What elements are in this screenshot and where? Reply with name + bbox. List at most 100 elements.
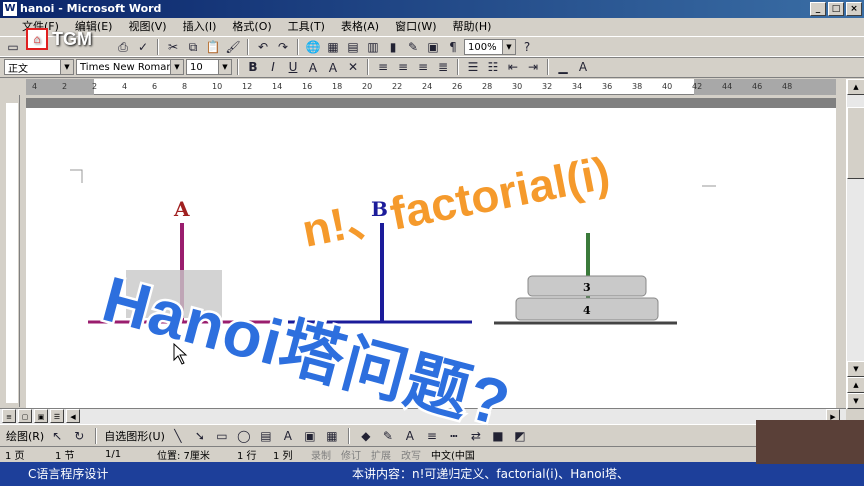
menu-window[interactable]: 窗口(W) [387, 18, 444, 36]
cut-icon[interactable]: ✂ [164, 38, 182, 56]
scroll-up-icon[interactable]: ▲ [847, 79, 864, 95]
ruler-tick-label: 38 [632, 82, 643, 91]
zoom-select[interactable]: 100% ▼ [464, 39, 516, 55]
underline-button[interactable]: U [284, 58, 302, 76]
line-icon[interactable]: ╲ [169, 427, 187, 445]
draw-menu-button[interactable]: 绘图(R) [6, 428, 44, 444]
ruler-tick-label: 40 [662, 82, 673, 91]
oval-icon[interactable]: ◯ [235, 427, 253, 445]
font-color-draw-icon[interactable]: A [401, 427, 419, 445]
font-size-select[interactable]: 10 ▼ [186, 59, 232, 75]
align-right-icon[interactable]: ≡ [414, 58, 432, 76]
copy-icon[interactable]: ⧉ [184, 38, 202, 56]
select-objects-icon[interactable]: ↖ [48, 427, 66, 445]
maximize-button[interactable]: □ [828, 2, 844, 16]
line-color-icon[interactable]: ✎ [379, 427, 397, 445]
new-document-icon[interactable]: ▭ [4, 38, 22, 56]
columns-icon[interactable]: ▮ [384, 38, 402, 56]
scroll-down-icon[interactable]: ▼ [847, 361, 864, 377]
scroll-left-icon[interactable]: ◀ [66, 409, 80, 423]
prev-page-icon[interactable]: ▲ [847, 377, 864, 393]
disk-3-label: 3 [583, 281, 591, 294]
status-track[interactable]: 修订 [336, 447, 366, 462]
rectangle-icon[interactable]: ▭ [213, 427, 231, 445]
logo-mark-icon: ⌂ [26, 28, 48, 50]
ruler-tick-label: 36 [602, 82, 613, 91]
normal-view-icon[interactable]: ≡ [2, 409, 16, 423]
char-border-icon[interactable]: Ａ [304, 58, 322, 76]
char-scale-icon[interactable]: ✕ [344, 58, 362, 76]
3d-icon[interactable]: ◩ [511, 427, 529, 445]
char-shading-icon[interactable]: Ａ [324, 58, 342, 76]
highlight-icon[interactable]: ▁ [554, 58, 572, 76]
increase-indent-icon[interactable]: ⇥ [524, 58, 542, 76]
undo-icon[interactable]: ↶ [254, 38, 272, 56]
hyperlink-icon[interactable]: 🌐 [304, 38, 322, 56]
font-color-icon[interactable]: A [574, 58, 592, 76]
status-ovr[interactable]: 改写 [396, 447, 426, 462]
margin-corner-mark [70, 169, 83, 183]
status-page: 1 页 [5, 451, 25, 462]
status-language: 中文(中国 [431, 451, 475, 462]
insert-table-icon[interactable]: ▤ [344, 38, 362, 56]
ruler-tick-label: 20 [362, 82, 373, 91]
print-view-icon[interactable]: ▣ [34, 409, 48, 423]
decrease-indent-icon[interactable]: ⇤ [504, 58, 522, 76]
vertical-scrollbar[interactable]: ▲ ▼ ▲ ▼ [846, 79, 864, 409]
fill-color-icon[interactable]: ◆ [357, 427, 375, 445]
autoshapes-button[interactable]: 自选图形(U) [104, 428, 165, 444]
insert-excel-icon[interactable]: ▥ [364, 38, 382, 56]
menu-table[interactable]: 表格(A) [333, 18, 387, 36]
align-center-icon[interactable]: ≡ [394, 58, 412, 76]
numbering-icon[interactable]: ☰ [464, 58, 482, 76]
standard-toolbar: ▭ ⎙ ✓ ✂ ⧉ 📋 🖌 ↶ ↷ 🌐 ▦ ▤ ▥ ▮ ✎ ▣ ¶ 100% ▼… [0, 36, 864, 58]
ruler-tick-label: 6 [152, 82, 158, 91]
outline-view-icon[interactable]: ☰ [50, 409, 64, 423]
font-select[interactable]: Times New Roman ▼ [76, 59, 184, 75]
ruler-tick-label: 46 [752, 82, 763, 91]
menu-help[interactable]: 帮助(H) [445, 18, 500, 36]
arrow-icon[interactable]: ➘ [191, 427, 209, 445]
picture-icon[interactable]: ▦ [323, 427, 341, 445]
menu-tools[interactable]: 工具(T) [280, 18, 333, 36]
status-ext[interactable]: 扩展 [366, 447, 396, 462]
vertical-ruler[interactable] [0, 95, 20, 407]
web-view-icon[interactable]: ▢ [18, 409, 32, 423]
menu-view[interactable]: 视图(V) [120, 18, 174, 36]
next-page-icon[interactable]: ▼ [847, 393, 864, 409]
align-left-icon[interactable]: ≡ [374, 58, 392, 76]
ruler-tick-label: 34 [572, 82, 583, 91]
show-hide-icon[interactable]: ¶ [444, 38, 462, 56]
text-box-icon[interactable]: ▤ [257, 427, 275, 445]
italic-button[interactable]: I [264, 58, 282, 76]
close-button[interactable]: × [846, 2, 862, 16]
bold-button[interactable]: B [244, 58, 262, 76]
channel-logo: ⌂ TGM [26, 28, 92, 50]
minimize-button[interactable]: _ [810, 2, 826, 16]
ruler-tick-label: 14 [272, 82, 283, 91]
title-bar: W hanoi - Microsoft Word _ □ × [0, 0, 864, 18]
scroll-thumb[interactable] [847, 107, 864, 179]
tables-borders-icon[interactable]: ▦ [324, 38, 342, 56]
clipart-icon[interactable]: ▣ [301, 427, 319, 445]
word-icon: W [3, 2, 17, 16]
spelling-icon[interactable]: ✓ [134, 38, 152, 56]
ruler-tick-label: 24 [422, 82, 433, 91]
justify-icon[interactable]: ≣ [434, 58, 452, 76]
format-painter-icon[interactable]: 🖌 [224, 38, 242, 56]
horizontal-ruler[interactable]: 4 2 2 4 6 8 10 12 14 16 18 20 22 24 26 28 30 32 34 36 38 40 42… [26, 79, 836, 95]
document-map-icon[interactable]: ▣ [424, 38, 442, 56]
menu-insert[interactable]: 插入(I) [175, 18, 225, 36]
style-select[interactable]: 正文 ▼ [4, 59, 74, 75]
drawing-icon[interactable]: ✎ [404, 38, 422, 56]
status-rec[interactable]: 录制 [306, 447, 336, 462]
redo-icon[interactable]: ↷ [274, 38, 292, 56]
ruler-tick-label: 26 [452, 82, 463, 91]
print-preview-icon[interactable]: ⎙ [114, 38, 132, 56]
wordart-icon[interactable]: A [279, 427, 297, 445]
menu-format[interactable]: 格式(O) [224, 18, 279, 36]
paste-icon[interactable]: 📋 [204, 38, 222, 56]
bullets-icon[interactable]: ☷ [484, 58, 502, 76]
help-icon[interactable]: ? [518, 38, 536, 56]
free-rotate-icon[interactable]: ↻ [70, 427, 88, 445]
